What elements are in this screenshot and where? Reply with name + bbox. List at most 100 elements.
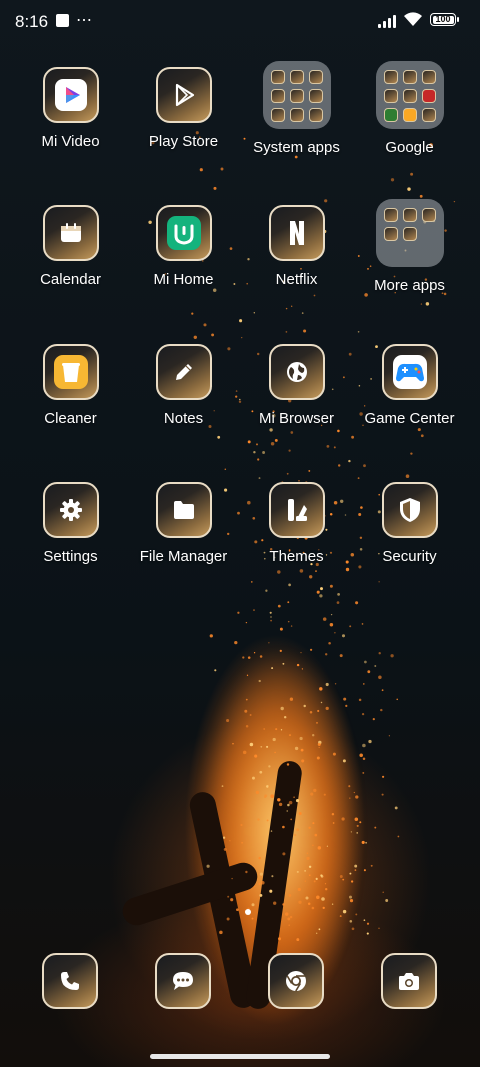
chrome-tile[interactable]: [268, 953, 324, 1009]
ember: [320, 701, 323, 704]
ember: [334, 632, 336, 634]
ember: [291, 305, 293, 307]
folder-google[interactable]: Google: [353, 61, 466, 156]
ember: [354, 869, 357, 871]
ember: [230, 898, 234, 902]
play-store-tile[interactable]: [155, 67, 212, 123]
folder-more-apps[interactable]: More apps: [353, 199, 466, 294]
ember: [310, 792, 314, 796]
ember: [326, 845, 328, 847]
app-label: Security: [382, 548, 437, 565]
mi-video-icon: [54, 79, 87, 111]
ember: [270, 619, 272, 622]
ember: [221, 785, 224, 787]
ember: [290, 625, 293, 627]
ember: [359, 753, 363, 758]
dock-camera[interactable]: [381, 953, 437, 1009]
app-settings[interactable]: Settings: [14, 482, 127, 565]
ember: [269, 428, 273, 432]
ember: [342, 909, 347, 914]
app-label: Netflix: [275, 271, 318, 288]
more-apps-folder[interactable]: [375, 199, 444, 267]
ember: [306, 852, 309, 855]
app-themes[interactable]: Themes: [240, 482, 353, 565]
ember: [354, 864, 358, 868]
camera-tile[interactable]: [381, 953, 437, 1009]
gesture-nav-bar[interactable]: [150, 1054, 330, 1059]
dock-messages[interactable]: [155, 953, 211, 1009]
app-netflix[interactable]: Netflix: [240, 205, 353, 288]
security-tile[interactable]: [381, 482, 438, 538]
cleaner-tile[interactable]: [42, 344, 99, 400]
app-label: Mi Video: [41, 133, 100, 150]
notes-tile[interactable]: [155, 344, 212, 400]
game-center-tile[interactable]: [381, 344, 438, 400]
ember: [278, 802, 283, 807]
ember: [349, 895, 352, 899]
ember: [224, 468, 227, 471]
mi-home-tile[interactable]: [155, 205, 212, 261]
app-mi-browser[interactable]: Mi Browser: [240, 344, 353, 427]
ember: [285, 331, 288, 333]
app-mi-home[interactable]: Mi Home: [127, 205, 240, 288]
ember: [315, 877, 318, 880]
ember: [325, 682, 329, 687]
dock-chrome[interactable]: [268, 953, 324, 1009]
ember: [355, 795, 359, 799]
ember: [345, 567, 350, 572]
ember: [270, 794, 274, 798]
messages-icon: [173, 972, 193, 990]
messages-tile[interactable]: [155, 953, 211, 1009]
app-label: Cleaner: [44, 410, 97, 427]
app-file-manager[interactable]: File Manager: [127, 482, 240, 565]
calendar-tile[interactable]: [42, 205, 99, 261]
browser-tile[interactable]: [268, 344, 325, 400]
app-play-store[interactable]: Play Store: [127, 67, 240, 150]
ember: [308, 469, 311, 472]
app-mi-video[interactable]: Mi Video: [14, 67, 127, 150]
system-apps-folder[interactable]: [262, 61, 331, 129]
folder-system-apps[interactable]: System apps: [240, 61, 353, 156]
ember: [247, 440, 251, 444]
phone-tile[interactable]: [42, 953, 98, 1009]
ember: [326, 445, 330, 448]
dock-phone[interactable]: [42, 953, 98, 1009]
ember: [397, 835, 400, 838]
ember: [298, 812, 302, 815]
themes-icon: [287, 499, 307, 521]
ember: [300, 748, 304, 752]
ember: [288, 583, 291, 587]
ember: [287, 620, 290, 623]
file-manager-tile[interactable]: [155, 482, 212, 538]
app-cleaner[interactable]: Cleaner: [14, 344, 127, 427]
app-game-center[interactable]: Game Center: [353, 344, 466, 427]
ember: [217, 435, 221, 439]
chrome-icon: [286, 971, 306, 992]
app-security[interactable]: Security: [353, 482, 466, 565]
ember: [313, 294, 316, 297]
ember: [329, 584, 333, 588]
google-folder[interactable]: [375, 61, 444, 129]
folder-label: System apps: [253, 139, 340, 156]
ember: [381, 689, 384, 692]
page-indicator[interactable]: [245, 909, 251, 915]
ember: [367, 670, 371, 674]
ember: [240, 823, 243, 827]
ember: [258, 679, 261, 683]
mi-video-tile[interactable]: [42, 67, 99, 123]
netflix-tile[interactable]: [268, 205, 325, 261]
ember: [301, 668, 304, 670]
ember: [251, 581, 253, 583]
themes-tile[interactable]: [268, 482, 325, 538]
app-calendar[interactable]: Calendar: [14, 205, 127, 288]
ember: [405, 474, 410, 478]
ember: [361, 623, 364, 625]
ember: [268, 642, 270, 644]
settings-tile[interactable]: [42, 482, 99, 538]
ember: [390, 178, 395, 182]
app-label: Settings: [43, 548, 98, 565]
ember: [378, 581, 380, 583]
ember: [351, 927, 355, 931]
app-notes[interactable]: Notes: [127, 344, 240, 427]
ember: [288, 449, 291, 452]
